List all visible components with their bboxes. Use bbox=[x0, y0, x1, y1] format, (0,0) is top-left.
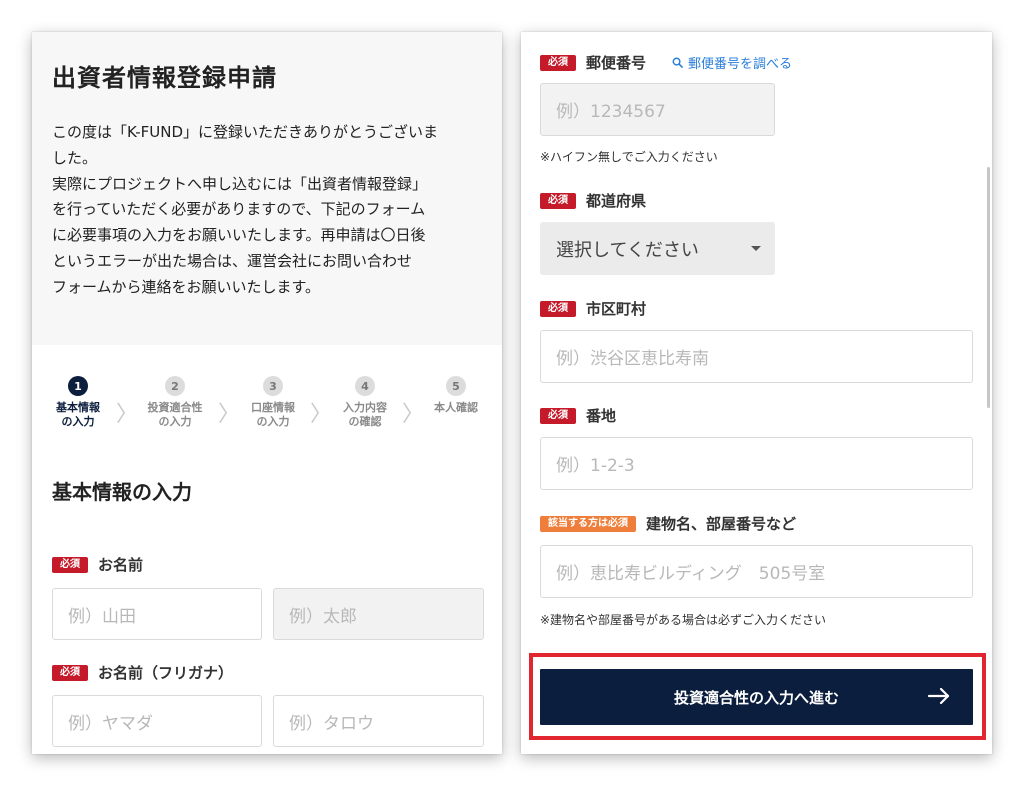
chevron-right-icon: 〉 bbox=[310, 402, 333, 427]
step-label: 入力内容 の確認 bbox=[343, 401, 387, 428]
field-label: お名前（フリガナ） bbox=[98, 664, 234, 682]
scrollbar[interactable] bbox=[987, 167, 990, 408]
intro-line: 実際にプロジェクトへ申し込むには「出資者情報登録」 bbox=[52, 174, 428, 193]
intro-line: というエラーが出た場合は、運営会社にお問い合わせ bbox=[52, 251, 413, 270]
intro-line: この度は「K-FUND」に登録いただきありがとうございま bbox=[52, 123, 439, 141]
button-label: 投資適合性の入力へ進む bbox=[673, 688, 839, 707]
step-number: 5 bbox=[446, 376, 466, 396]
required-badge: 必須 bbox=[540, 407, 576, 424]
link-label: 郵便番号を調べる bbox=[688, 57, 793, 72]
arrow-right-icon bbox=[927, 687, 950, 705]
postal-lookup-link[interactable]: 郵便番号を調べる bbox=[672, 53, 792, 72]
field-label: 番地 bbox=[586, 407, 617, 425]
intro-text: この度は「K-FUND」に登録いただきありがとうございま した。 実際にプロジェ… bbox=[52, 120, 487, 301]
section-title: 基本情報の入力 bbox=[52, 480, 192, 504]
placeholder-text: 例）1-2-3 bbox=[556, 456, 635, 476]
name-kana-label: 必須 お名前（フリガナ） bbox=[52, 662, 233, 683]
step-label: 口座情報 の入力 bbox=[251, 401, 295, 428]
next-step-button[interactable]: 投資適合性の入力へ進む bbox=[540, 669, 973, 725]
placeholder-text: 例）山田 bbox=[68, 606, 136, 627]
chevron-down-icon bbox=[751, 246, 761, 251]
intro-line: フォームから連絡をお願いいたします。 bbox=[52, 277, 321, 296]
chevron-right-icon: 〉 bbox=[218, 402, 241, 427]
step-4: 4 入力内容 の確認 bbox=[330, 376, 400, 429]
last-name-kana-input[interactable]: 例）ヤマダ bbox=[52, 695, 262, 747]
required-badge: 必須 bbox=[540, 300, 576, 317]
prefecture-label: 必須 都道府県 bbox=[540, 190, 646, 211]
prefecture-select[interactable]: 選択してください bbox=[540, 222, 775, 275]
required-badge: 必須 bbox=[52, 556, 88, 573]
building-label: 該当する方は必須 建物名、部屋番号など bbox=[540, 513, 796, 534]
step-1: 1 基本情報 の入力 bbox=[43, 376, 113, 429]
step-label: 基本情報 の入力 bbox=[56, 401, 100, 428]
page-title: 出資者情報登録申請 bbox=[52, 64, 277, 92]
left-screen: 出資者情報登録申請 この度は「K-FUND」に登録いただきありがとうございま し… bbox=[32, 32, 502, 754]
city-input[interactable]: 例）渋谷区恵比寿南 bbox=[540, 330, 973, 383]
building-note: ※建物名や部屋番号がある場合は必ずご入力ください bbox=[540, 613, 827, 627]
step-3: 3 口座情報 の入力 bbox=[238, 376, 308, 429]
required-badge: 必須 bbox=[52, 664, 88, 681]
field-label: 建物名、部屋番号など bbox=[646, 515, 797, 533]
name-label: 必須 お名前 bbox=[52, 554, 143, 575]
address-label: 必須 番地 bbox=[540, 405, 616, 426]
search-icon bbox=[672, 57, 683, 68]
step-number: 3 bbox=[263, 376, 283, 396]
first-name-input[interactable]: 例）太郎 bbox=[273, 588, 484, 640]
chevron-right-icon: 〉 bbox=[116, 402, 139, 427]
required-badge: 必須 bbox=[540, 192, 576, 209]
placeholder-text: 例）1234567 bbox=[556, 102, 666, 122]
intro-line: を行っていただく必要がありますので、下記のフォーム bbox=[52, 200, 426, 219]
step-2: 2 投資適合性 の入力 bbox=[140, 376, 210, 429]
last-name-input[interactable]: 例）山田 bbox=[52, 588, 262, 640]
step-5: 5 本人確認 bbox=[421, 376, 491, 415]
step-number: 1 bbox=[68, 376, 88, 396]
step-number: 2 bbox=[165, 376, 185, 396]
postal-code-label: 必須 郵便番号 郵便番号を調べる bbox=[540, 52, 792, 73]
postal-note: ※ハイフン無しでご入力ください bbox=[540, 150, 718, 164]
first-name-kana-input[interactable]: 例）タロウ bbox=[273, 695, 484, 747]
placeholder-text: 例）渋谷区恵比寿南 bbox=[556, 349, 709, 369]
postal-code-input[interactable]: 例）1234567 bbox=[540, 83, 775, 136]
field-label: 郵便番号 bbox=[586, 54, 647, 72]
placeholder-text: 例）恵比寿ビルディング 505号室 bbox=[556, 564, 826, 584]
step-label: 本人確認 bbox=[434, 401, 478, 414]
conditional-badge: 該当する方は必須 bbox=[540, 515, 636, 532]
step-label: 投資適合性 の入力 bbox=[147, 401, 203, 428]
select-value: 選択してください bbox=[556, 239, 699, 261]
intro-line: した。 bbox=[52, 148, 98, 167]
right-screen: 必須 郵便番号 郵便番号を調べる 例）1234567 ※ハイフン無しでご入力くだ… bbox=[521, 32, 992, 754]
intro-line: に必要事項の入力をお願いいたします。再申請は〇日後 bbox=[52, 226, 426, 245]
field-label: お名前 bbox=[98, 556, 144, 574]
placeholder-text: 例）ヤマダ bbox=[68, 713, 153, 734]
step-number: 4 bbox=[355, 376, 375, 396]
required-badge: 必須 bbox=[540, 54, 576, 71]
address-input[interactable]: 例）1-2-3 bbox=[540, 437, 973, 490]
field-label: 市区町村 bbox=[586, 300, 647, 318]
placeholder-text: 例）タロウ bbox=[289, 713, 374, 734]
city-label: 必須 市区町村 bbox=[540, 298, 646, 319]
building-input[interactable]: 例）恵比寿ビルディング 505号室 bbox=[540, 545, 973, 598]
placeholder-text: 例）太郎 bbox=[289, 606, 357, 627]
intro-section: 出資者情報登録申請 この度は「K-FUND」に登録いただきありがとうございま し… bbox=[32, 32, 502, 345]
field-label: 都道府県 bbox=[586, 192, 647, 210]
